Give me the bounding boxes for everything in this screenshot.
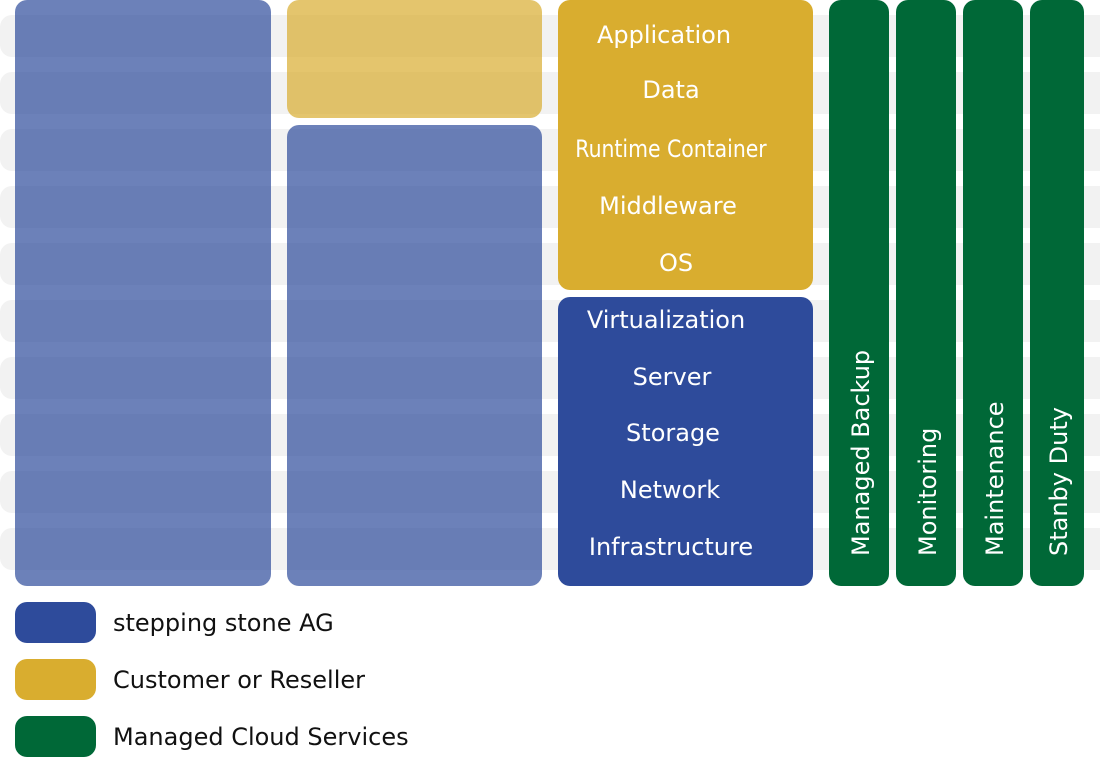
customer-upper-block bbox=[287, 0, 542, 118]
legend-swatch-stepping-stone bbox=[15, 602, 96, 643]
service-label: Maintenance bbox=[981, 401, 1009, 556]
stepping-stone-full-stack-block bbox=[15, 0, 271, 586]
layer-network: Network bbox=[619, 476, 721, 504]
legend-swatch-customer bbox=[15, 659, 96, 700]
service-standby-duty: Stanby Duty bbox=[1030, 0, 1084, 586]
legend-label: Managed Cloud Services bbox=[113, 723, 409, 751]
service-label: Managed Backup bbox=[847, 349, 875, 556]
layer-data: Data bbox=[642, 76, 700, 104]
legend-swatch-managed bbox=[15, 716, 96, 757]
legend-label: Customer or Reseller bbox=[113, 666, 365, 694]
stepping-stone-lower-block bbox=[287, 125, 542, 586]
layer-os: OS bbox=[658, 249, 694, 277]
layer-storage: Storage bbox=[626, 419, 720, 447]
service-label: Stanby Duty bbox=[1045, 407, 1073, 556]
layer-application: Application bbox=[596, 21, 732, 49]
layer-middleware: Middleware bbox=[599, 192, 737, 220]
layer-runtime-container: Runtime Container bbox=[575, 135, 767, 163]
service-maintenance: Maintenance bbox=[963, 0, 1023, 586]
service-managed-backup: Managed Backup bbox=[829, 0, 889, 586]
legend-label: stepping stone AG bbox=[113, 609, 334, 637]
service-label: Monitoring bbox=[914, 427, 942, 556]
layer-virtualization: Virtualization bbox=[586, 306, 746, 334]
service-monitoring: Monitoring bbox=[896, 0, 956, 586]
layer-server: Server bbox=[632, 363, 712, 391]
layer-infrastructure: Infrastructure bbox=[588, 533, 754, 561]
